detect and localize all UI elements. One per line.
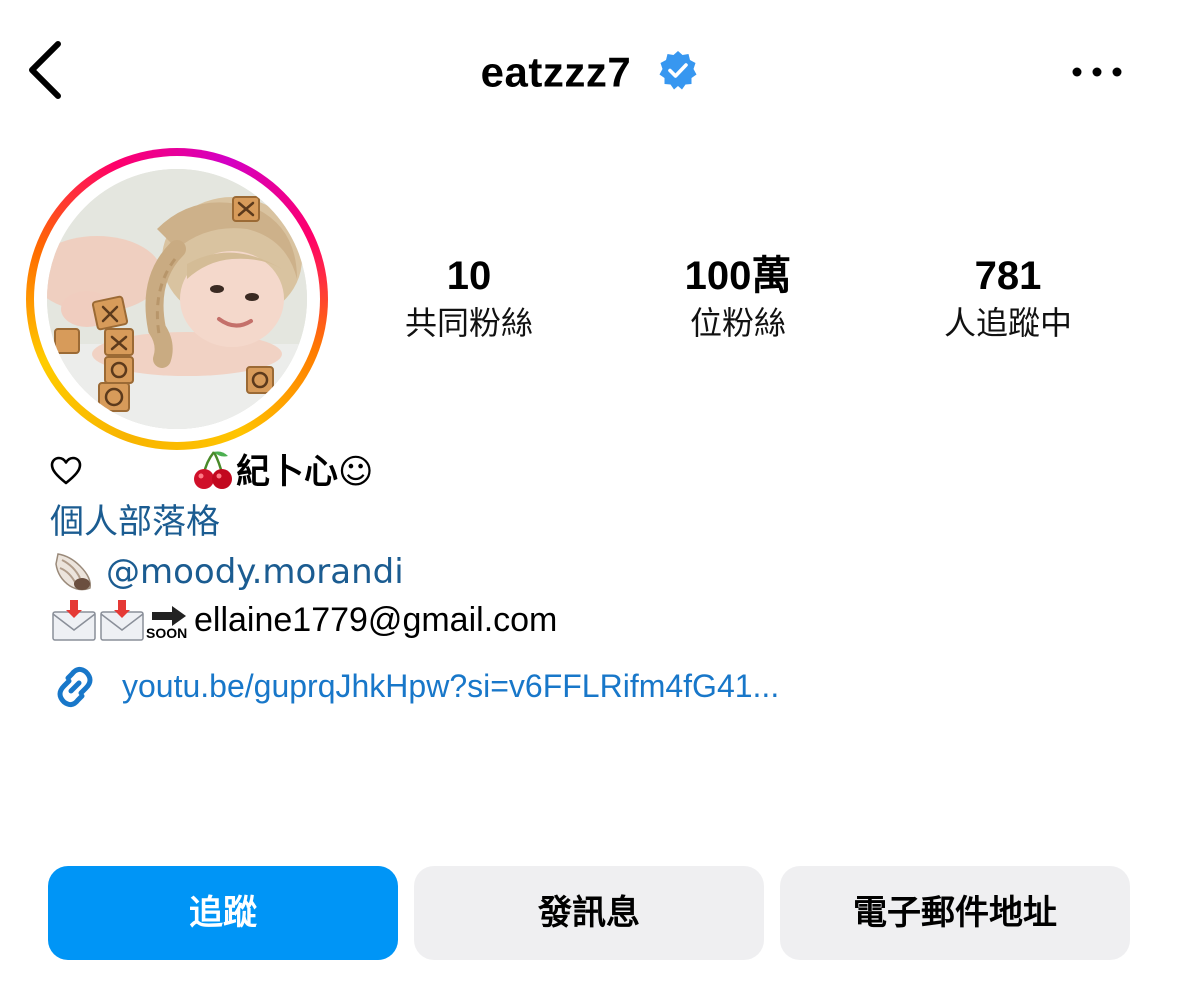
message-button[interactable]: 發訊息 [414,866,764,960]
stat-label: 共同粉絲 [404,304,533,342]
soon-arrow-icon: SOON [146,604,194,644]
stat-label: 位粉絲 [689,304,786,342]
inbox-tray-icon [100,599,144,641]
verified-badge-icon [658,50,698,90]
stat-value: 10 [446,254,492,298]
profile-username: eatzzz7 [480,48,632,96]
inbox-tray-icon [52,599,96,641]
email-button[interactable]: 電子郵件地址 [780,866,1130,960]
follow-button[interactable]: 追蹤 [48,866,398,960]
cherry-icon [194,450,232,489]
stat-followers[interactable]: 100萬 位粉絲 [618,252,858,346]
profile-category: 個人部落格 [50,502,220,542]
heart-icon [50,456,82,485]
stat-label: 人追蹤中 [943,304,1072,342]
display-name-text: 紀卜心☺ [236,452,374,492]
story-ring[interactable] [26,148,328,450]
mention-link[interactable]: @moody.morandi [106,552,404,592]
stat-value: 781 [974,254,1042,298]
profile-display-name: 紀卜心☺ [192,450,373,496]
bio-line-email: SOON ellaine1779@gmail.com [50,598,557,644]
profile-page: eatzzz7 10 共同粉絲 100萬 位粉絲 781 人追蹤中 紀卜心☺ 個… [0,0,1179,985]
email-text: ellaine1779@gmail.com [194,601,558,639]
more-options-button[interactable] [1067,52,1127,92]
stat-following[interactable]: 781 人追蹤中 [888,252,1128,346]
more-horizontal-icon [1072,67,1122,77]
shell-icon [55,552,92,590]
stat-mutual-followers[interactable]: 10 共同粉絲 [349,252,589,346]
bio-line-mention: @moody.morandi [50,550,404,596]
external-link-text[interactable]: youtu.be/guprqJhkHpw?si=v6FFLRifm4fG41..… [122,664,779,708]
soon-label: SOON [146,624,188,641]
profile-header: eatzzz7 [0,44,1179,100]
avatar [47,169,307,429]
stat-value: 100萬 [684,254,792,298]
link-icon [57,666,93,708]
